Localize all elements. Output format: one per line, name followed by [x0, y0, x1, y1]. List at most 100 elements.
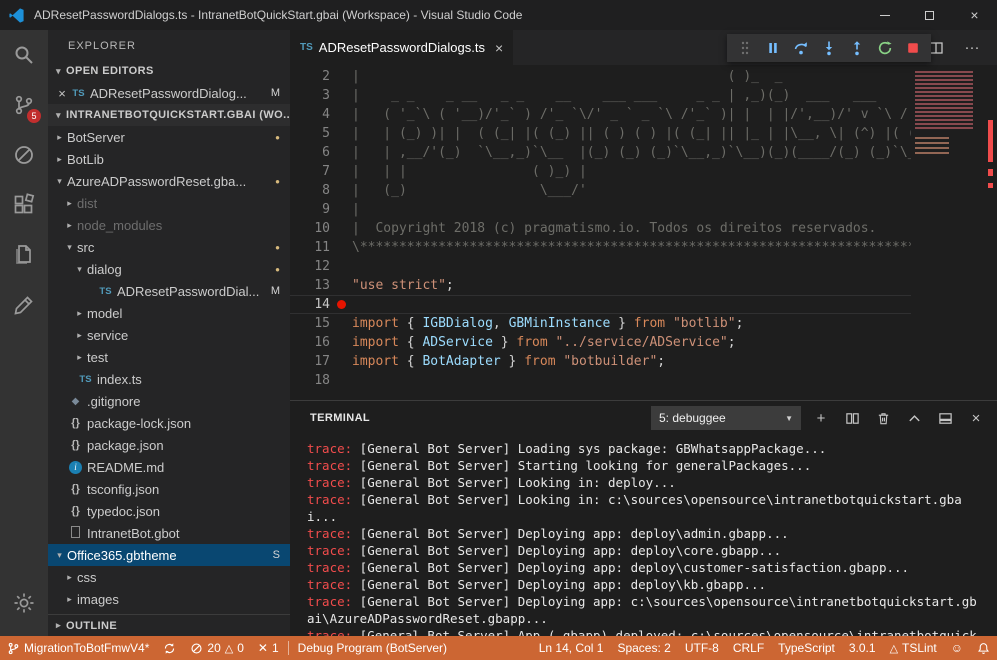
code-editor[interactable]: 2| ( )_ _ |3| _ _ _ __ _ _ __ ___ ___ _ …	[290, 65, 997, 400]
tree-item-botlib[interactable]: ▸BotLib	[48, 148, 290, 170]
line-number[interactable]: 5	[290, 124, 330, 143]
code-line-5[interactable]: 5| | (_) )| | ( (_| |( (_) || ( ) ( ) |(…	[290, 124, 911, 143]
debug-toolbar-grip[interactable]	[731, 34, 759, 62]
tree-item-package-lock-json[interactable]: {}package-lock.json	[48, 412, 290, 434]
line-number[interactable]: 12	[290, 257, 330, 276]
code-line-3[interactable]: 3| _ _ _ __ _ _ __ ___ ___ _ _ | ,_)(_) …	[290, 86, 911, 105]
code-line-11[interactable]: 11\*************************************…	[290, 238, 911, 257]
restart-button[interactable]	[871, 34, 899, 62]
line-number[interactable]: 6	[290, 143, 330, 162]
chevron-down-icon[interactable]: ▾	[72, 264, 87, 275]
extensions-view-button[interactable]	[0, 180, 48, 230]
chevron-right-icon[interactable]: ▸	[72, 330, 87, 341]
terminal-output[interactable]: trace: [General Bot Server] Loading sys …	[290, 435, 997, 636]
workspace-section-header[interactable]: ▾ INTRANETBOTQUICKSTART.GBAI (WO...	[48, 104, 290, 126]
problems-status[interactable]: 20 △ 0	[183, 636, 251, 660]
tab-adresetpassworddialogs[interactable]: TS ADResetPasswordDialogs.ts ×	[290, 30, 513, 65]
new-terminal-button[interactable]: +	[810, 407, 832, 429]
language-mode[interactable]: TypeScript	[771, 636, 842, 660]
outline-section-header[interactable]: ▸ OUTLINE	[48, 614, 290, 636]
breakpoint-icon[interactable]	[330, 300, 352, 309]
tree-item-intranetbot-gbot[interactable]: IntranetBot.gbot	[48, 522, 290, 544]
chevron-down-icon[interactable]: ▾	[52, 550, 67, 561]
line-number[interactable]: 4	[290, 105, 330, 124]
code-line-4[interactable]: 4| ( '_`\ ( '__)/'_` ) /'_ `\/' _ ` _ `\…	[290, 105, 911, 124]
notifications-button[interactable]	[970, 636, 997, 660]
open-editors-header[interactable]: ▾ OPEN EDITORS	[48, 60, 290, 82]
chevron-right-icon[interactable]: ▸	[62, 220, 77, 231]
tree-item-dist[interactable]: ▸dist	[48, 192, 290, 214]
terminal-select[interactable]: 5: debuggee ▼	[651, 406, 801, 430]
tree-item-images[interactable]: ▸images	[48, 588, 290, 610]
git-branch-status[interactable]: MigrationToBotFmwV4*	[0, 636, 156, 660]
code-line-2[interactable]: 2| ( )_ _ |	[290, 67, 911, 86]
settings-button[interactable]	[0, 578, 48, 628]
tree-item-typedoc-json[interactable]: {}typedoc.json	[48, 500, 290, 522]
line-number[interactable]: 15	[290, 314, 330, 333]
close-editor-icon[interactable]: ×	[54, 86, 70, 101]
tree-item-office365-gbtheme[interactable]: ▾Office365.gbthemeS	[48, 544, 290, 566]
tree-item-test[interactable]: ▸test	[48, 346, 290, 368]
code-line-15[interactable]: 15import { IGBDialog, GBMinInstance } fr…	[290, 314, 911, 333]
pause-button[interactable]	[759, 34, 787, 62]
tree-item-gitignore[interactable]: ◆.gitignore	[48, 390, 290, 412]
line-number[interactable]: 16	[290, 333, 330, 352]
chevron-right-icon[interactable]: ▸	[52, 154, 67, 165]
code-line-18[interactable]: 18	[290, 371, 911, 390]
search-view-button[interactable]	[0, 30, 48, 80]
tree-item-adresetpassworddial[interactable]: TSADResetPasswordDial...M	[48, 280, 290, 302]
code-line-13[interactable]: 13"use strict";	[290, 276, 911, 295]
tslint-status[interactable]: △ TSLint	[883, 636, 944, 660]
tree-item-tsconfig-json[interactable]: {}tsconfig.json	[48, 478, 290, 500]
chevron-right-icon[interactable]: ▸	[62, 198, 77, 209]
debug-target-status[interactable]: Debug Program (BotServer)	[291, 636, 454, 660]
encoding-status[interactable]: UTF-8	[678, 636, 726, 660]
line-number[interactable]: 8	[290, 181, 330, 200]
stop-button[interactable]	[899, 34, 927, 62]
line-number[interactable]: 14	[290, 295, 330, 314]
cursor-position[interactable]: Ln 14, Col 1	[532, 636, 611, 660]
ts-version[interactable]: 3.0.1	[842, 636, 883, 660]
step-over-button[interactable]	[787, 34, 815, 62]
line-number[interactable]: 10	[290, 219, 330, 238]
tree-item-index-ts[interactable]: TSindex.ts	[48, 368, 290, 390]
line-number[interactable]: 17	[290, 352, 330, 371]
eol-status[interactable]: CRLF	[726, 636, 771, 660]
line-number[interactable]: 3	[290, 86, 330, 105]
source-control-view-button[interactable]: 5	[0, 80, 48, 130]
maximize-panel-button[interactable]	[903, 407, 925, 429]
step-out-button[interactable]	[843, 34, 871, 62]
tree-item-dialog[interactable]: ▾dialog●	[48, 258, 290, 280]
line-number[interactable]: 13	[290, 276, 330, 295]
code-line-6[interactable]: 6| | ,__/'(_) `\__,_)`\__ |(_) (_) (_)`\…	[290, 143, 911, 162]
tree-item-botserver[interactable]: ▸BotServer●	[48, 126, 290, 148]
tree-item-azureadpasswordreset-gba[interactable]: ▾AzureADPasswordReset.gba...●	[48, 170, 290, 192]
chevron-right-icon[interactable]: ▸	[62, 572, 77, 583]
tree-item-readme-md[interactable]: iREADME.md	[48, 456, 290, 478]
code-line-9[interactable]: 9| |	[290, 200, 911, 219]
tree-item-model[interactable]: ▸model	[48, 302, 290, 324]
feedback-button[interactable]: ☺	[944, 636, 970, 660]
line-number[interactable]: 7	[290, 162, 330, 181]
tree-item-src[interactable]: ▾src●	[48, 236, 290, 258]
chevron-right-icon[interactable]: ▸	[62, 594, 77, 605]
line-number[interactable]: 9	[290, 200, 330, 219]
code-line-12[interactable]: 12	[290, 257, 911, 276]
line-number[interactable]: 11	[290, 238, 330, 257]
tree-item-node-modules[interactable]: ▸node_modules	[48, 214, 290, 236]
code-line-10[interactable]: 10| Copyright 2018 (c) pragmatismo.io. T…	[290, 219, 911, 238]
line-number[interactable]: 2	[290, 67, 330, 86]
tree-item-service[interactable]: ▸service	[48, 324, 290, 346]
chevron-right-icon[interactable]: ▸	[72, 308, 87, 319]
tree-item-package-json[interactable]: {}package.json	[48, 434, 290, 456]
files-view-button[interactable]	[0, 230, 48, 280]
maximize-button[interactable]	[907, 0, 952, 30]
chevron-right-icon[interactable]: ▸	[52, 132, 67, 143]
close-window-button[interactable]: ×	[952, 0, 997, 30]
more-actions-icon[interactable]: ···	[961, 37, 983, 59]
code-line-17[interactable]: 17import { BotAdapter } from "botbuilder…	[290, 352, 911, 371]
code-line-14[interactable]: 14	[290, 295, 911, 314]
step-into-button[interactable]	[815, 34, 843, 62]
close-panel-button[interactable]: ×	[965, 407, 987, 429]
code-line-8[interactable]: 8| (_) \___/' |	[290, 181, 911, 200]
